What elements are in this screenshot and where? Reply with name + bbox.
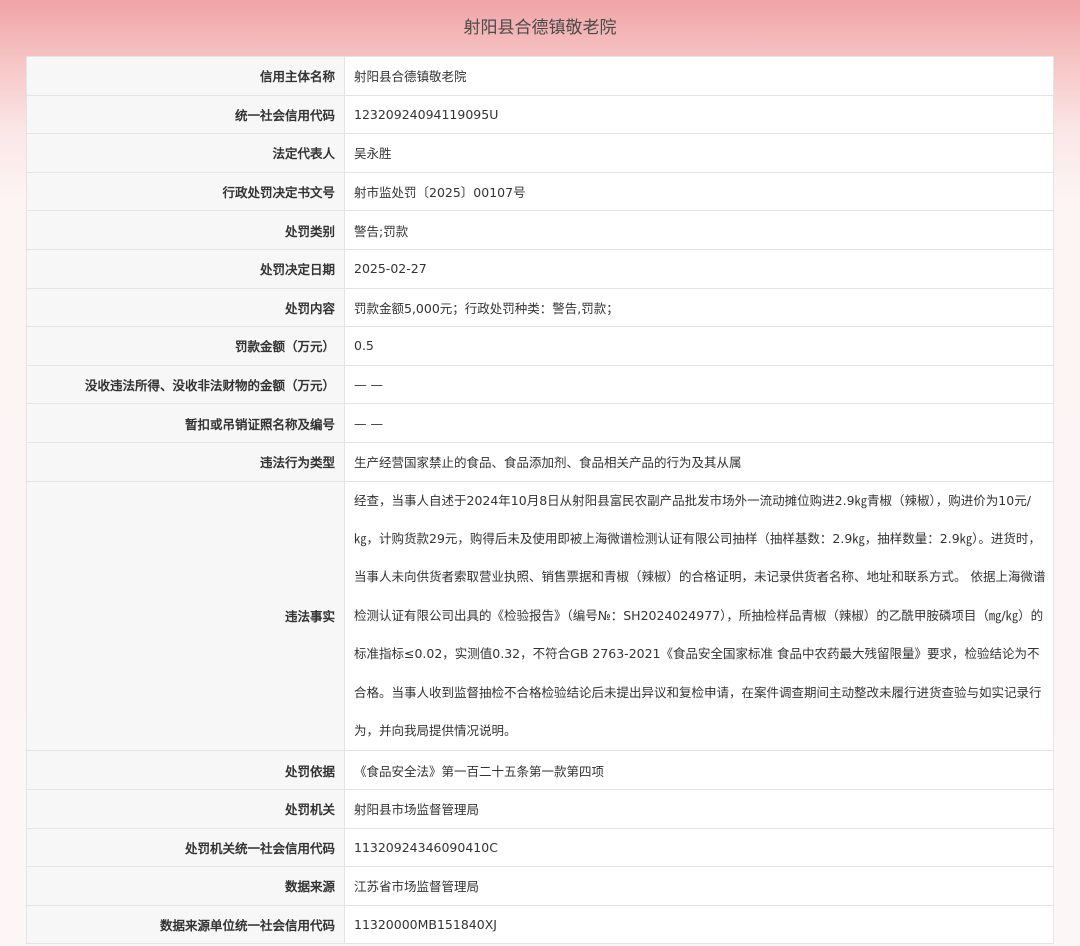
table-row-data-source: 数据来源 江苏省市场监督管理局 <box>26 866 1054 906</box>
row-label: 数据来源 <box>26 866 345 906</box>
row-label: 没收违法所得、没收非法财物的金额（万元） <box>26 364 345 405</box>
table-row-penalty-basis: 处罚依据 《食品安全法》第一百二十五条第一款第四项 <box>26 750 1054 790</box>
table-row-credit-subject-name: 信用主体名称 射阳县合德镇敬老院 <box>26 56 1054 96</box>
page-title: 射阳县合德镇敬老院 <box>463 18 617 38</box>
row-value: 11320924346090410C <box>344 827 1054 868</box>
row-value: 警告;罚款 <box>344 210 1054 250</box>
row-label: 处罚依据 <box>26 750 345 790</box>
credit-info-table: 信用主体名称 射阳县合德镇敬老院 统一社会信用代码 12320924094119… <box>26 56 1054 945</box>
table-row-legal-representative: 法定代表人 吴永胜 <box>26 133 1054 173</box>
table-row-penalty-authority: 处罚机关 射阳县市场监督管理局 <box>26 788 1054 829</box>
table-row-penalty-content: 处罚内容 罚款金额5,000元；行政处罚种类：警告,罚款； <box>26 287 1054 328</box>
table-row-license-revocation: 暂扣或吊销证照名称及编号 — — <box>26 403 1054 443</box>
row-value: 吴永胜 <box>344 133 1054 173</box>
table-row-violation-type: 违法行为类型 生产经营国家禁止的食品、食品添加剂、食品相关产品的行为及其从属 <box>26 441 1054 482</box>
row-value: 《食品安全法》第一百二十五条第一款第四项 <box>344 750 1054 790</box>
row-label: 违法行为类型 <box>26 441 345 482</box>
table-row-decision-date: 处罚决定日期 2025-02-27 <box>26 248 1054 289</box>
row-value: 2025-02-27 <box>344 248 1054 289</box>
table-row-decision-number: 行政处罚决定书文号 射市监处罚〔2025〕00107号 <box>26 171 1054 212</box>
row-value: 江苏省市场监督管理局 <box>344 866 1054 906</box>
row-value: 0.5 <box>344 326 1054 366</box>
row-value: 12320924094119095U <box>344 94 1054 135</box>
row-label: 信用主体名称 <box>26 56 345 96</box>
table-row-credit-code: 统一社会信用代码 12320924094119095U <box>26 94 1054 135</box>
row-label: 处罚内容 <box>26 287 345 328</box>
row-label: 处罚决定日期 <box>26 248 345 289</box>
table-row-confiscation-amount: 没收违法所得、没收非法财物的金额（万元） — — <box>26 364 1054 405</box>
row-label: 罚款金额（万元） <box>26 326 345 366</box>
row-label: 处罚类别 <box>26 210 345 250</box>
row-label: 违法事实 <box>26 480 345 752</box>
table-row-data-source-credit-code: 数据来源单位统一社会信用代码 11320000MB151840XJ <box>26 904 1054 945</box>
row-value: 经查，当事人自述于2024年10月8日从射阳县富民农副产品批发市场外一流动摊位购… <box>344 480 1054 752</box>
row-label: 统一社会信用代码 <box>26 94 345 135</box>
row-label: 数据来源单位统一社会信用代码 <box>26 904 345 945</box>
row-value: 射市监处罚〔2025〕00107号 <box>344 171 1054 212</box>
table-row-fine-amount: 罚款金额（万元） 0.5 <box>26 326 1054 366</box>
row-value: 射阳县合德镇敬老院 <box>344 56 1054 96</box>
row-label: 暂扣或吊销证照名称及编号 <box>26 403 345 443</box>
row-value: 射阳县市场监督管理局 <box>344 788 1054 829</box>
row-value: 11320000MB151840XJ <box>344 904 1054 945</box>
row-value: — — <box>344 403 1054 443</box>
table-row-authority-credit-code: 处罚机关统一社会信用代码 11320924346090410C <box>26 827 1054 868</box>
row-value: 生产经营国家禁止的食品、食品添加剂、食品相关产品的行为及其从属 <box>344 441 1054 482</box>
row-label: 处罚机关统一社会信用代码 <box>26 827 345 868</box>
row-label: 行政处罚决定书文号 <box>26 171 345 212</box>
row-value: — — <box>344 364 1054 405</box>
table-row-penalty-category: 处罚类别 警告;罚款 <box>26 210 1054 250</box>
row-label: 处罚机关 <box>26 788 345 829</box>
row-value: 罚款金额5,000元；行政处罚种类：警告,罚款； <box>344 287 1054 328</box>
table-row-violation-facts: 违法事实 经查，当事人自述于2024年10月8日从射阳县富民农副产品批发市场外一… <box>26 480 1054 752</box>
row-label: 法定代表人 <box>26 133 345 173</box>
